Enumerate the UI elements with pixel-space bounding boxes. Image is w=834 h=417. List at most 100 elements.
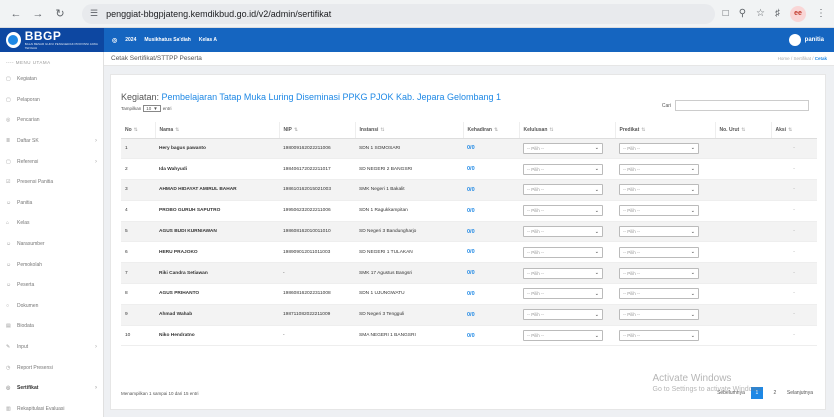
recap-icon: ▥ xyxy=(6,405,11,412)
kelulusan-select[interactable]: -- Pilih -- ⌄ xyxy=(523,246,603,258)
pagination-next[interactable]: Selanjutnya xyxy=(787,390,813,396)
user-menu[interactable]: panitia xyxy=(788,34,824,46)
address-bar[interactable]: ☰ penggiat-bbgpjateng.kemdikbud.go.id/v2… xyxy=(82,3,715,24)
column-header-instansi[interactable]: Instansi ⇅ xyxy=(354,122,463,139)
kelulusan-select[interactable]: -- Pilih -- ⌄ xyxy=(523,330,603,342)
translate-icon[interactable]: □ xyxy=(723,8,729,19)
search-control: Cari xyxy=(662,100,809,111)
sidebar-item-sertifikat[interactable]: ◎ Sertifikat › xyxy=(0,378,103,399)
zoom-icon[interactable]: ⚲ xyxy=(739,8,746,19)
sidebar-item-peserta[interactable]: ☺ Peserta xyxy=(0,275,103,296)
column-header-kelulusan[interactable]: Kelulusan ⇅ xyxy=(518,122,615,139)
breadcrumb-home[interactable]: Home xyxy=(778,56,790,61)
page-length-select[interactable]: 10 ▼ xyxy=(143,105,161,112)
participant-instansi: SD NEGERI 1 TULAKAN xyxy=(355,241,463,264)
column-header-nip[interactable]: NIP ⇅ xyxy=(278,122,355,139)
kelulusan-select[interactable]: -- Pilih -- ⌄ xyxy=(523,309,603,321)
predikat-select[interactable]: -- Pilih -- ⌄ xyxy=(619,163,699,175)
back-icon[interactable]: ← xyxy=(8,6,24,22)
predikat-select[interactable]: -- Pilih -- ⌄ xyxy=(619,142,699,154)
kelulusan-select[interactable]: -- Pilih -- ⌄ xyxy=(523,288,603,300)
predikat-select[interactable]: -- Pilih -- ⌄ xyxy=(619,226,699,238)
predikat-select[interactable]: -- Pilih -- ⌄ xyxy=(619,267,699,279)
sidebar-item-pemokolah[interactable]: ☺ Pemokolah xyxy=(0,254,103,275)
page-1-button[interactable]: 1 xyxy=(750,387,763,399)
aksi-cell: - xyxy=(771,325,817,347)
predikat-select[interactable]: -- Pilih -- ⌄ xyxy=(619,309,699,321)
reload-icon[interactable]: ↻ xyxy=(52,6,68,22)
column-header-no[interactable]: No ⇅ xyxy=(121,122,155,139)
participant-icon: ☺ xyxy=(6,282,12,289)
predikat-select[interactable]: -- Pilih -- ⌄ xyxy=(619,246,699,258)
attendance-icon: ☑ xyxy=(6,179,11,186)
sidebar-item-kegiatan[interactable]: ▢ Kegiatan xyxy=(0,69,103,90)
predikat-select[interactable]: -- Pilih -- ⌄ xyxy=(619,288,699,300)
page-length-value: 10 xyxy=(146,106,152,111)
browser-menu-icon[interactable]: ⋮ xyxy=(816,8,826,19)
page-2-button[interactable]: 2 xyxy=(769,387,781,399)
predikat-select[interactable]: -- Pilih -- ⌄ xyxy=(619,330,699,342)
participant-name: AGUS BUDI KURNIAWAN xyxy=(155,221,279,243)
column-header-predikat[interactable]: Predikat ⇅ xyxy=(614,122,715,139)
kelulusan-select[interactable]: -- Pilih -- ⌄ xyxy=(523,205,603,217)
participant-kehadiran: 0/0 xyxy=(463,200,519,222)
sidebar-item-pencarian[interactable]: ◎ Pencarian xyxy=(0,110,103,131)
kelulusan-select[interactable]: -- Pilih -- ⌄ xyxy=(523,142,603,154)
chevron-down-icon: ⌄ xyxy=(690,145,695,152)
sort-icon: ⇅ xyxy=(741,126,746,133)
profile-avatar[interactable]: ee xyxy=(790,5,806,22)
sidebar-item-report-presensi[interactable]: ◷ Report Presensi xyxy=(0,357,103,378)
sidebar-item-input[interactable]: ✎ Input › xyxy=(0,337,103,358)
sidebar-item-dokumen[interactable]: ○ Dokumen xyxy=(0,296,103,317)
kelulusan-select-value: -- Pilih -- xyxy=(527,312,544,318)
table-info: Menampilkan 1 sampai 10 dari 15 entri xyxy=(121,391,199,396)
kelulusan-select-value: -- Pilih -- xyxy=(527,166,544,172)
browser-toolbar: ← → ↻ ☰ penggiat-bbgpjateng.kemdikbud.go… xyxy=(0,0,834,28)
kelulusan-select[interactable]: -- Pilih -- ⌄ xyxy=(523,226,603,238)
sidebar-item-narasumber[interactable]: ☺ Narasumber xyxy=(0,234,103,255)
sidebar-item-label: Pelaporan xyxy=(17,96,40,103)
sidebar-item-presensi-panitia[interactable]: ☑ Presensi Panitia xyxy=(0,172,103,193)
participant-nip: 198610162015021003 xyxy=(279,179,355,201)
search-input[interactable] xyxy=(675,100,809,111)
chevron-down-icon: ▼ xyxy=(153,106,158,111)
sidebar-item-label: Kelas xyxy=(17,220,30,227)
sidebar-item-panitia[interactable]: ☺ Panitia xyxy=(0,193,103,214)
main-content: Cetak Sertifikat/STTPP Peserta Home / Se… xyxy=(104,52,834,417)
sidebar-item-rekapitulasi-evaluasi[interactable]: ▥ Rekapitulasi Evaluasi xyxy=(0,399,103,417)
predikat-select[interactable]: -- Pilih -- ⌄ xyxy=(619,184,699,196)
site-info-icon[interactable]: ☰ xyxy=(90,8,98,19)
kelulusan-select[interactable]: -- Pilih -- ⌄ xyxy=(523,184,603,196)
kelulusan-select[interactable]: -- Pilih -- ⌄ xyxy=(523,267,603,279)
predikat-select-value: -- Pilih -- xyxy=(623,166,640,172)
breadcrumb-sertifikat[interactable]: Sertifikat xyxy=(793,56,811,61)
pagination-prev[interactable]: Sebelumnya xyxy=(717,390,745,396)
breadcrumb: Home / Sertifikat / Cetak xyxy=(777,56,827,61)
sidebar-item-pelaporan[interactable]: ▢ Pelaporan xyxy=(0,90,103,111)
forward-icon[interactable]: → xyxy=(30,6,46,22)
sidebar-item-kelas[interactable]: ⌂ Kelas xyxy=(0,213,103,234)
participant-instansi: SD Negeri 3 Tengguli xyxy=(355,304,463,326)
predikat-cell: -- Pilih -- ⌄ xyxy=(615,200,715,222)
column-header-aksi[interactable]: Aksi ⇅ xyxy=(770,122,817,139)
sidebar-item-referensi[interactable]: ▢ Referensi › xyxy=(0,151,103,172)
page-length-control: Tampilkan 10 ▼ entri xyxy=(121,105,172,112)
column-header-no-urut[interactable]: No. Urut ⇅ xyxy=(714,122,771,139)
column-header-kehadiran[interactable]: Kehadiran ⇅ xyxy=(462,122,519,139)
row-number: 7 xyxy=(121,262,155,285)
predikat-select[interactable]: -- Pilih -- ⌄ xyxy=(619,205,699,217)
kelulusan-cell: -- Pilih -- ⌄ xyxy=(519,262,615,285)
participant-name: HERU PRAJOKO xyxy=(155,241,279,264)
bookmark-star-icon[interactable]: ☆ xyxy=(756,8,765,19)
column-header-nama[interactable]: Nama ⇅ xyxy=(154,122,279,139)
column-header-label: Instansi xyxy=(359,126,379,133)
brand[interactable]: BBGP BALAI BESAR GURU PENGGERAK PROVINSI… xyxy=(0,28,104,52)
kelulusan-select[interactable]: -- Pilih -- ⌄ xyxy=(523,163,603,175)
participant-nip: 198406172022211017 xyxy=(279,158,355,181)
sidebar-item-daftar-sk[interactable]: ≣ Daftar SK › xyxy=(0,131,103,152)
extensions-icon[interactable]: ♯ xyxy=(775,8,780,19)
predikat-cell: -- Pilih -- ⌄ xyxy=(615,262,715,285)
sidebar-item-biodata[interactable]: ▤ Biodata xyxy=(0,316,103,337)
sidebar-item-label: Daftar SK xyxy=(17,138,39,145)
content-header: Cetak Sertifikat/STTPP Peserta Home / Se… xyxy=(104,52,834,66)
